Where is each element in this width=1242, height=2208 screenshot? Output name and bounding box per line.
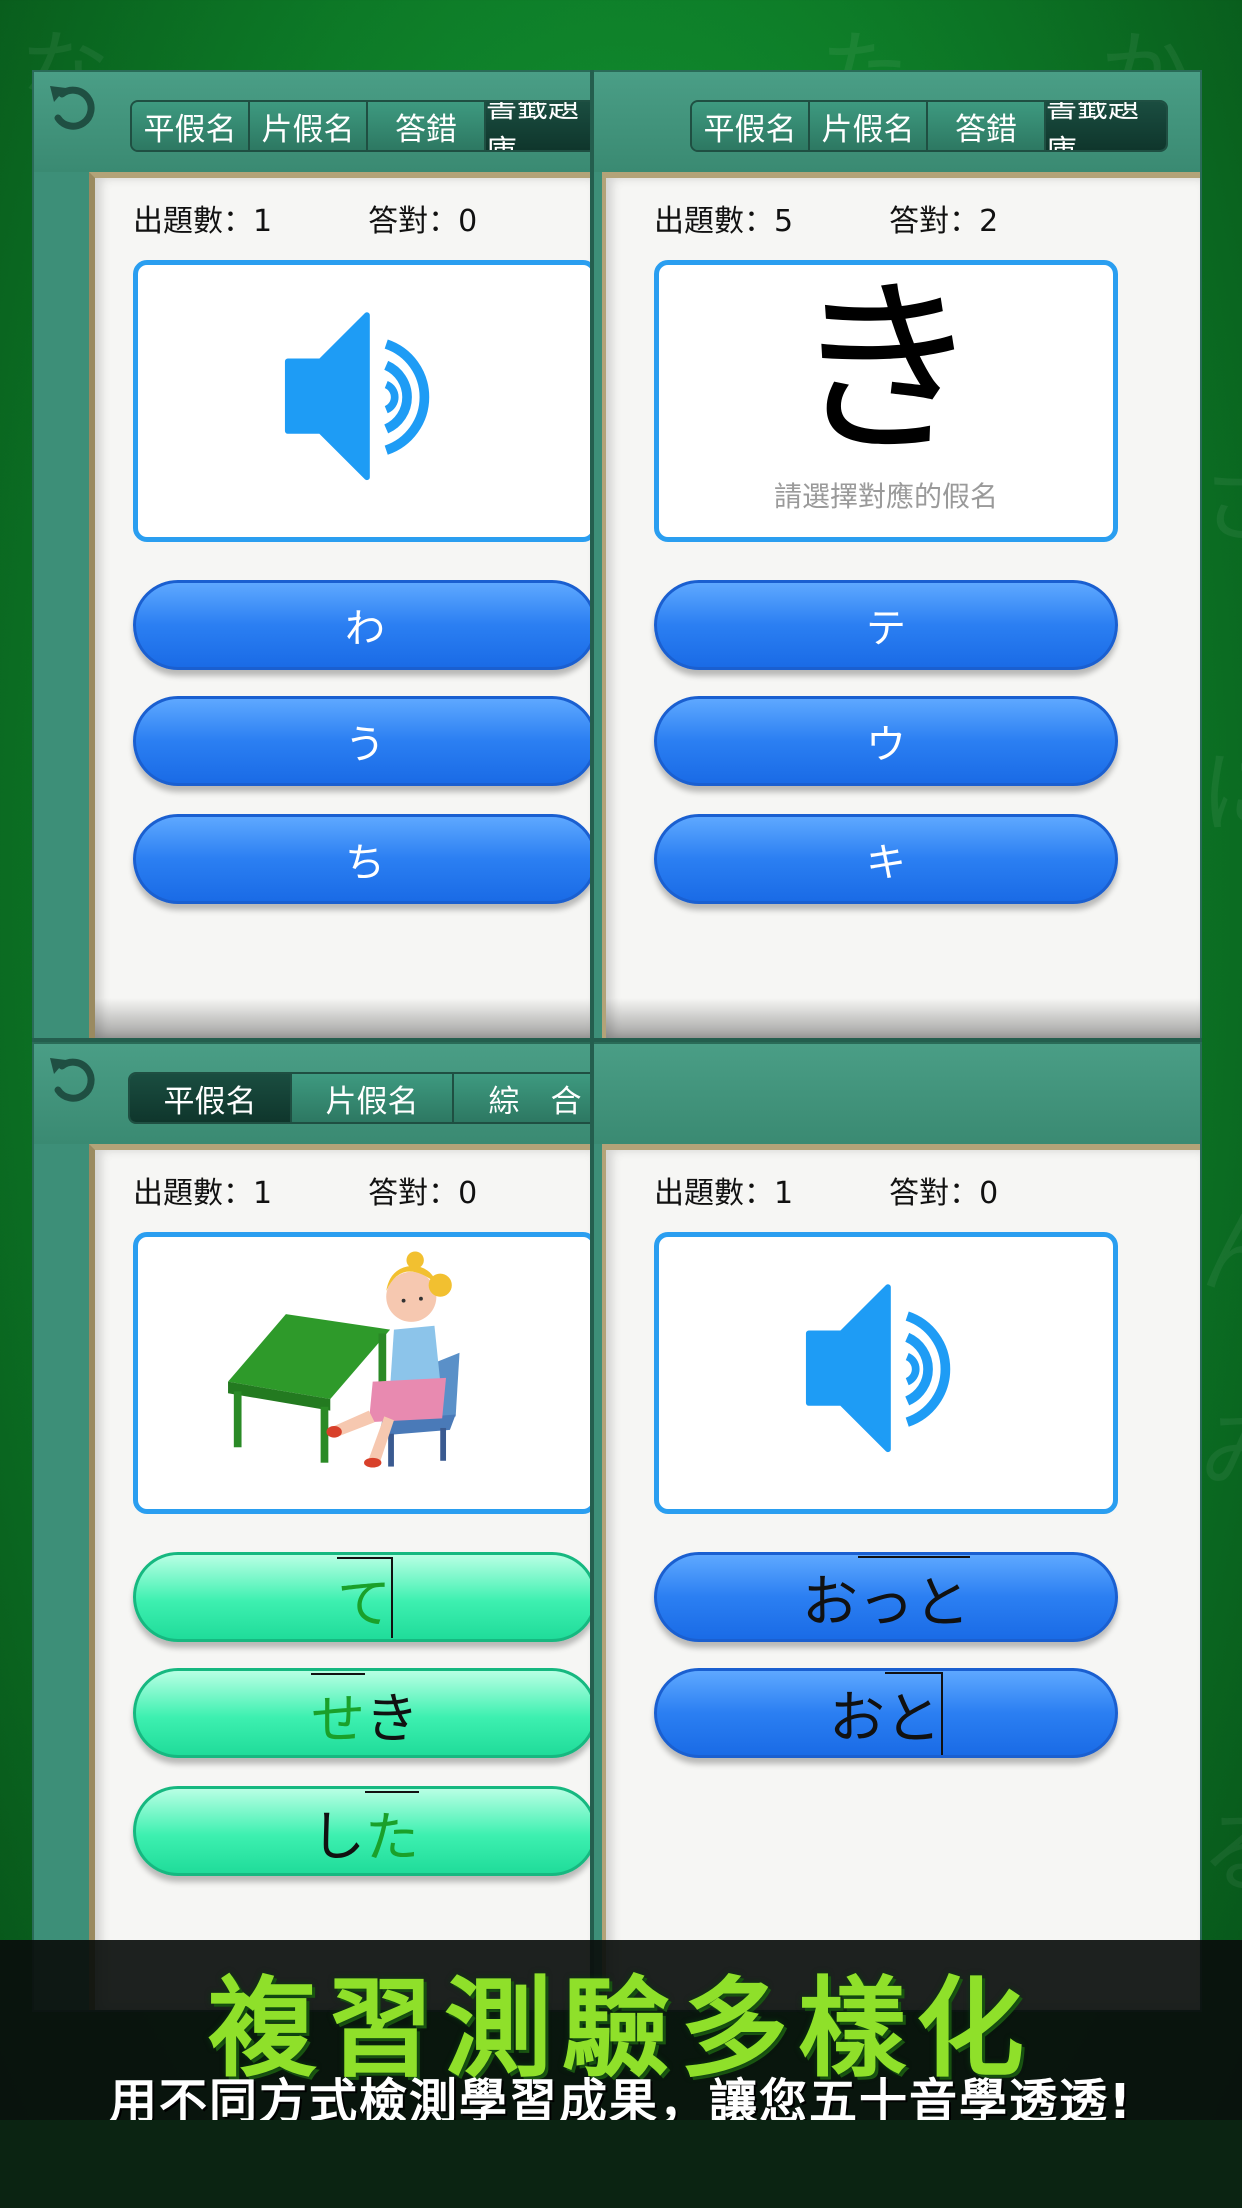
answer-kana: お	[829, 1685, 885, 1751]
speaker-icon[interactable]	[659, 1237, 1113, 1509]
top-bar: 平假名 片假名 綜 合	[34, 1044, 618, 1144]
answer-kana: し	[311, 1804, 365, 1868]
correct-count: 答對：0	[368, 1176, 478, 1211]
question-count: 出題數：1	[654, 1176, 794, 1211]
speaker-icon[interactable]	[138, 265, 592, 537]
answer-button[interactable]: おっと	[654, 1552, 1118, 1642]
answer-button[interactable]: せき	[133, 1668, 597, 1758]
answer-button[interactable]: て	[133, 1552, 597, 1642]
background-kana: に	[1200, 720, 1242, 850]
answer-button[interactable]: テ	[654, 580, 1118, 670]
question-count: 出題數：5	[654, 204, 794, 239]
girl-at-desk-illustration	[228, 1251, 460, 1468]
back-arrow-icon[interactable]	[44, 80, 100, 136]
question-count: 出題數：1	[133, 204, 273, 239]
background-kana: ん	[1200, 1180, 1242, 1310]
tab-katakana[interactable]: 片假名	[292, 1074, 454, 1122]
answer-button[interactable]: キ	[654, 814, 1118, 904]
bottom-strip	[0, 2120, 1242, 2208]
answer-kana: と	[885, 1671, 943, 1755]
background-kana: る	[1200, 1780, 1242, 1910]
top-bar	[594, 1044, 1200, 1144]
answer-button[interactable]: う	[133, 696, 597, 786]
answer-kana: せ	[311, 1672, 365, 1754]
question-count: 出題數：1	[133, 1176, 273, 1211]
score-stats: 出題數：1 答對：0	[654, 1168, 998, 1212]
tab-bookmarks[interactable]: 書籤題庫	[1046, 102, 1166, 150]
page-shadow	[95, 998, 590, 1038]
tab-katakana[interactable]: 片假名	[250, 102, 368, 150]
answer-button[interactable]: した	[133, 1786, 597, 1876]
top-bar: 平假名 片假名 答錯 書籤題庫	[34, 72, 608, 172]
quiz-panel-kana-match: 平假名 片假名 答錯 書籤題庫 出題數：5 答對：2 き 請選擇對應的假名 テ …	[592, 70, 1202, 1040]
question-card[interactable]	[654, 1232, 1118, 1514]
answer-button[interactable]: わ	[133, 580, 597, 670]
panel-divider	[590, 70, 594, 1940]
question-card[interactable]	[133, 260, 597, 542]
answer-button[interactable]: ち	[133, 814, 597, 904]
answer-kana: き	[365, 1686, 419, 1750]
background-kana: さ	[1200, 430, 1242, 560]
tab-wrong-answers[interactable]: 答錯	[368, 102, 486, 150]
answer-kana: っと	[858, 1555, 970, 1639]
top-bar: 平假名 片假名 答錯 書籤題庫	[594, 72, 1200, 172]
quiz-panel-listening: 平假名 片假名 答錯 書籤題庫 出題數：1 答對：0 わ う ち	[32, 70, 608, 1040]
quiz-page: 出題數：1 答對：0 て せ き し た	[89, 1144, 597, 2010]
mode-tabs: 平假名 片假名 綜 合	[128, 1072, 618, 1124]
tab-katakana[interactable]: 片假名	[810, 102, 928, 150]
tab-hiragana[interactable]: 平假名	[130, 1074, 292, 1122]
question-card: き 請選擇對應的假名	[654, 260, 1118, 542]
panel-divider	[32, 1038, 1202, 1042]
answer-kana: お	[802, 1569, 858, 1635]
answer-kana: て	[337, 1556, 393, 1638]
correct-count: 答對：0	[889, 1176, 999, 1211]
mode-tabs: 平假名 片假名 答錯 書籤題庫	[130, 100, 608, 152]
tab-hiragana[interactable]: 平假名	[132, 102, 250, 150]
answer-kana: た	[365, 1790, 419, 1872]
tab-bookmarks[interactable]: 書籤題庫	[486, 102, 606, 150]
score-stats: 出題數：1 答對：0	[133, 196, 477, 240]
answer-button[interactable]: おと	[654, 1668, 1118, 1758]
question-card	[133, 1232, 597, 1514]
quiz-page: 出題數：1 答對：0 わ う ち	[89, 172, 597, 1038]
quiz-page: 出題數：5 答對：2 き 請選擇對應的假名 テ ウ キ	[602, 172, 1200, 1038]
quiz-panel-listening-vocab: 出題數：1 答對：0 おっと おと	[592, 1042, 1202, 2012]
score-stats: 出題數：5 答對：2	[654, 196, 998, 240]
background-kana: み	[1200, 1380, 1242, 1510]
prompt-hint: 請選擇對應的假名	[773, 480, 998, 513]
back-arrow-icon[interactable]	[44, 1052, 100, 1108]
answer-button[interactable]: ウ	[654, 696, 1118, 786]
promo-banner: 複習測驗多樣化 用不同方式檢測學習成果，讓您五十音學透透!	[0, 1940, 1242, 2130]
tab-wrong-answers[interactable]: 答錯	[928, 102, 1046, 150]
tab-hiragana[interactable]: 平假名	[692, 102, 810, 150]
page-shadow	[606, 998, 1200, 1038]
prompt-kana: き	[790, 259, 981, 480]
score-stats: 出題數：1 答對：0	[133, 1168, 477, 1212]
quiz-panel-picture: 平假名 片假名 綜 合 出題數：1 答對：0 て せ き し た	[32, 1042, 618, 2012]
mode-tabs: 平假名 片假名 答錯 書籤題庫	[690, 100, 1168, 152]
correct-count: 答對：0	[368, 204, 478, 239]
quiz-page: 出題數：1 答對：0 おっと おと	[602, 1144, 1200, 2010]
correct-count: 答對：2	[889, 204, 999, 239]
